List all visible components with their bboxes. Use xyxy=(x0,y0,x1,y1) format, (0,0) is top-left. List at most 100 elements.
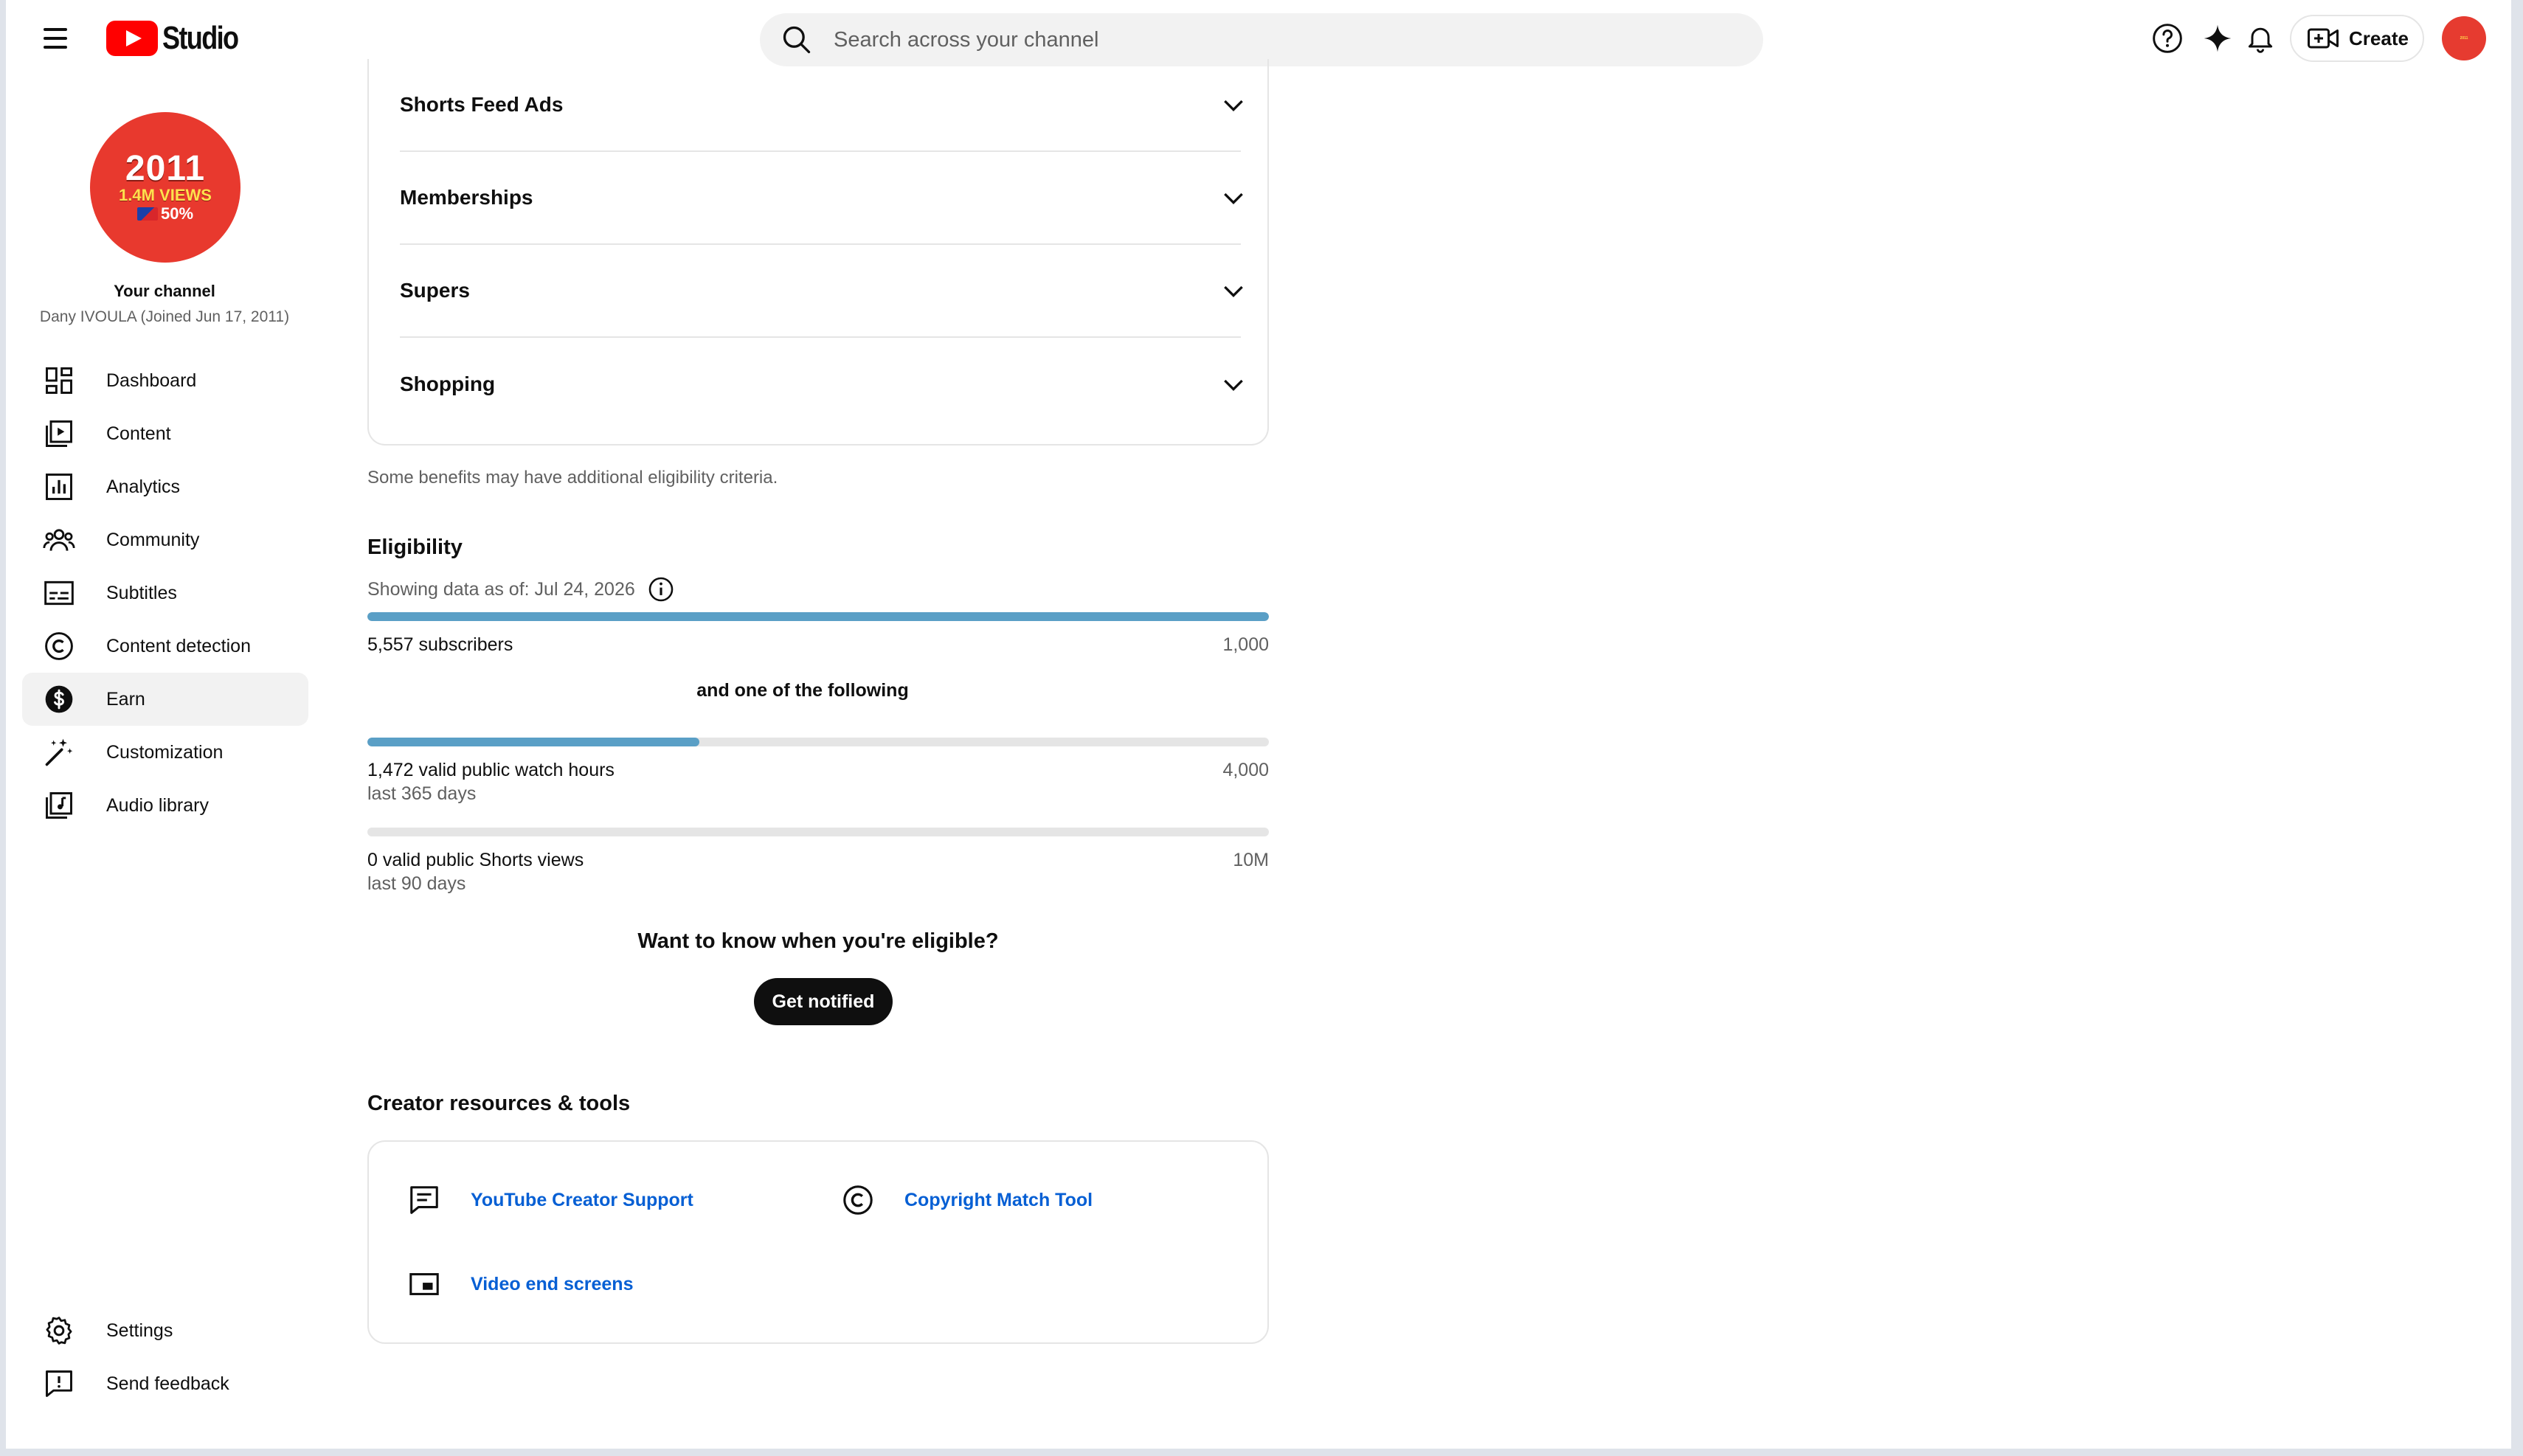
shorts-views-period: last 90 days xyxy=(367,873,466,894)
accordion-title: Shorts Feed Ads xyxy=(400,93,564,116)
subscribers-progress-fill xyxy=(367,612,1269,621)
eligibility-date-row: Showing data as of: Jul 24, 2026 xyxy=(367,575,675,603)
studio-logo-text: Studio xyxy=(162,20,239,56)
watch-hours-count: 1,472 valid public watch hours xyxy=(367,760,615,780)
benefits-card: Shorts Feed Ads Memberships Supers Shopp… xyxy=(367,59,1269,446)
sidebar-item-label: Subtitles xyxy=(106,582,177,603)
watch-hours-period: last 365 days xyxy=(367,783,477,804)
eligibility-prompt: Want to know when you're eligible? xyxy=(637,929,999,953)
shorts-views-progress-bar xyxy=(367,828,1269,836)
sidebar-item-label: Community xyxy=(106,529,200,550)
resource-link[interactable]: Copyright Match Tool xyxy=(904,1190,1093,1211)
end-screen-icon xyxy=(409,1273,439,1295)
community-icon xyxy=(43,529,75,551)
search-icon xyxy=(783,26,811,54)
support-chat-icon xyxy=(410,1186,438,1214)
get-notified-button[interactable]: Get notified xyxy=(754,978,893,1025)
accordion-shorts-feed-ads[interactable]: Shorts Feed Ads xyxy=(400,59,1243,152)
resource-copyright-match-tool[interactable]: Copyright Match Tool xyxy=(841,1183,1093,1217)
accordion-title: Memberships xyxy=(400,186,533,209)
sidebar-item-dashboard[interactable]: Dashboard xyxy=(22,354,308,407)
watch-hours-goal: 4,000 xyxy=(1222,760,1269,780)
search-input[interactable] xyxy=(834,27,1645,52)
accordion-title: Shopping xyxy=(400,372,496,395)
channel-label: Your channel xyxy=(114,282,215,300)
subscribers-goal: 1,000 xyxy=(1222,634,1269,655)
account-avatar[interactable]: 2011 xyxy=(2442,16,2486,60)
gear-icon xyxy=(46,1317,72,1345)
sidebar-item-label: Content detection xyxy=(106,635,251,656)
channel-avatar-percent: 50% xyxy=(160,204,194,223)
sidebar-item-label: Earn xyxy=(106,688,145,710)
channel-name: Dany IVOULA (Joined Jun 17, 2011) xyxy=(39,308,290,325)
sidebar-item-audio-library[interactable]: Audio library xyxy=(22,779,308,832)
hamburger-menu-icon[interactable] xyxy=(38,22,73,55)
sidebar-item-community[interactable]: Community xyxy=(22,513,308,566)
sidebar-item-label: Dashboard xyxy=(106,370,197,391)
channel-avatar-year: 2011 xyxy=(125,148,206,188)
sidebar-item-send-feedback[interactable]: Send feedback xyxy=(22,1357,308,1410)
eligibility-date: Showing data as of: Jul 24, 2026 xyxy=(367,578,635,600)
creator-resources-card: YouTube Creator Support Copyright Match … xyxy=(367,1140,1269,1344)
resource-link[interactable]: Video end screens xyxy=(471,1274,633,1295)
subtitles-icon xyxy=(44,580,74,606)
content-icon xyxy=(46,420,72,447)
info-icon[interactable] xyxy=(647,575,675,603)
eligibility-note: Some benefits may have additional eligib… xyxy=(367,468,778,488)
chevron-down-icon xyxy=(1224,285,1243,298)
channel-avatar-percent-row: 50% xyxy=(136,204,194,223)
chevron-down-icon xyxy=(1224,193,1243,205)
sidebar: 2011 1.4M VIEWS 50% Your channel Dany IV… xyxy=(6,77,316,1449)
resource-video-end-screens[interactable]: Video end screens xyxy=(407,1267,633,1301)
watch-hours-progress-bar xyxy=(367,738,1269,746)
sparkle-icon[interactable] xyxy=(2200,21,2235,56)
shorts-views-count: 0 valid public Shorts views xyxy=(367,850,584,870)
dashboard-icon xyxy=(46,367,72,394)
and-one-of-following: and one of the following xyxy=(696,680,909,701)
copyright-icon xyxy=(45,632,73,660)
youtube-logo-icon xyxy=(106,21,158,56)
sidebar-item-analytics[interactable]: Analytics xyxy=(22,460,308,513)
channel-avatar[interactable]: 2011 1.4M VIEWS 50% xyxy=(90,112,240,263)
help-icon[interactable] xyxy=(2150,21,2185,56)
resource-link[interactable]: YouTube Creator Support xyxy=(471,1190,693,1211)
sidebar-item-content[interactable]: Content xyxy=(22,407,308,460)
sidebar-item-subtitles[interactable]: Subtitles xyxy=(22,566,308,620)
studio-logo[interactable]: Studio xyxy=(106,19,255,58)
resource-youtube-creator-support[interactable]: YouTube Creator Support xyxy=(407,1183,693,1217)
accordion-supers[interactable]: Supers xyxy=(400,245,1243,338)
audio-library-icon xyxy=(46,792,72,819)
sidebar-item-customization[interactable]: Customization xyxy=(22,726,308,779)
sidebar-item-label: Settings xyxy=(106,1320,173,1341)
accordion-memberships[interactable]: Memberships xyxy=(400,152,1243,245)
notifications-bell-icon[interactable] xyxy=(2243,21,2278,56)
sidebar-item-content-detection[interactable]: Content detection xyxy=(22,620,308,673)
sidebar-item-label: Customization xyxy=(106,741,224,763)
account-avatar-text: 2011 xyxy=(2460,35,2468,41)
sidebar-bottom-nav: Settings Send feedback xyxy=(22,1304,308,1410)
sidebar-item-settings[interactable]: Settings xyxy=(22,1304,308,1357)
creator-resources-title: Creator resources & tools xyxy=(367,1092,631,1115)
copyright-icon xyxy=(843,1185,873,1215)
analytics-icon xyxy=(46,474,72,500)
accordion-title: Supers xyxy=(400,279,470,302)
sidebar-nav: Dashboard Content Analytics Community Su… xyxy=(22,354,308,832)
sidebar-item-label: Send feedback xyxy=(106,1373,229,1394)
flag-icon xyxy=(136,207,158,221)
sidebar-item-earn[interactable]: Earn xyxy=(22,673,308,726)
create-button[interactable]: Create xyxy=(2290,15,2424,62)
chevron-down-icon xyxy=(1224,379,1243,392)
shorts-views-goal: 10M xyxy=(1233,850,1269,870)
subscribers-progress-bar xyxy=(367,612,1269,621)
accordion-shopping[interactable]: Shopping xyxy=(400,338,1243,431)
create-label: Create xyxy=(2349,27,2409,49)
sidebar-item-label: Audio library xyxy=(106,794,209,816)
feedback-icon xyxy=(46,1370,72,1397)
eligibility-title: Eligibility xyxy=(367,535,463,559)
dollar-icon xyxy=(45,685,73,713)
chevron-down-icon xyxy=(1224,100,1243,112)
studio-window: Studio Create 2011 2011 1.4M VIEWS 50% xyxy=(6,0,2511,1449)
channel-avatar-views: 1.4M VIEWS xyxy=(119,185,212,204)
sidebar-item-label: Content xyxy=(106,423,171,444)
magic-wand-icon xyxy=(45,738,73,766)
